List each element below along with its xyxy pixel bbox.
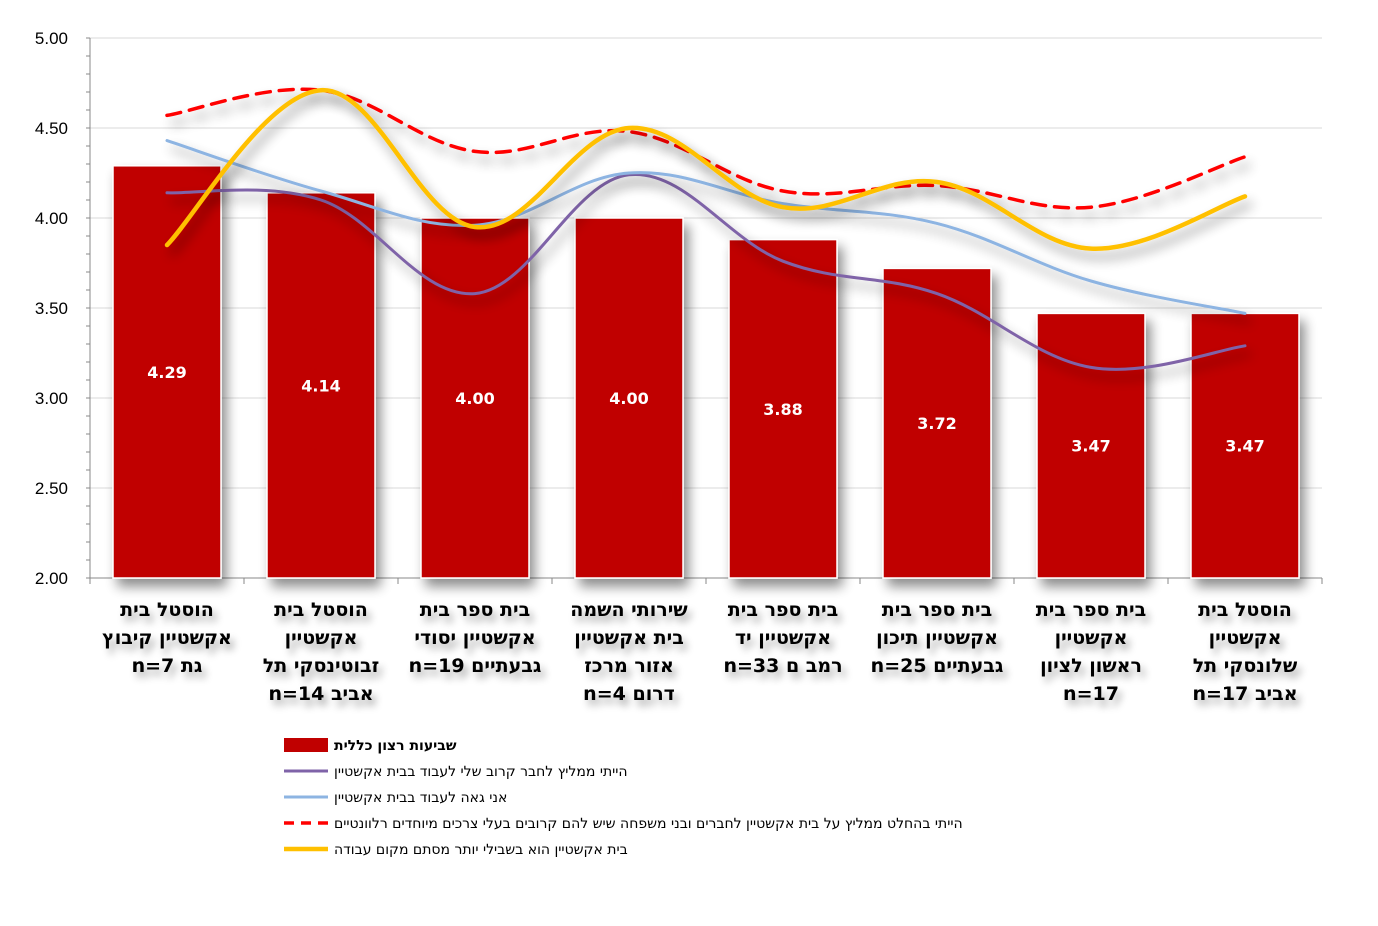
- category-label-line: רמב ם n=33: [723, 655, 842, 677]
- category-label-line: אביב n=17: [1192, 683, 1297, 705]
- category-label: בית ספר בית אקשטיין תיכון גבעתיים n=25: [871, 599, 1004, 677]
- bar-value-label: 4.14: [301, 376, 340, 395]
- category-label-line: בית אקשטיין: [574, 627, 684, 649]
- category-label-line: הוסטל בית: [120, 599, 214, 621]
- category-label: בית ספר בית אקשטיין ראשון לציון n=17: [1036, 599, 1146, 705]
- category-label-line: שלונסקי תל: [1193, 655, 1298, 677]
- category-labels: הוסטל בית אקשטיין קיבוץ גת n=7 הוסטל בית אקש…: [102, 599, 1298, 705]
- category-label: בית ספר בית אקשטיין יד רמב ם n=33: [723, 599, 842, 677]
- legend: שביעות רצון כללית הייתי ממליץ לחבר קרוב ש…: [284, 738, 963, 858]
- category-label-line: n=17: [1063, 683, 1119, 705]
- category-label-line: בית ספר בית: [1036, 599, 1146, 621]
- bar-value-label: 3.88: [763, 400, 802, 419]
- legend-label: שביעות רצון כללית: [334, 738, 457, 754]
- y-tick-label: 3.50: [35, 299, 68, 318]
- y-tick-label: 4.50: [35, 119, 68, 138]
- category-label-line: גת n=7: [132, 655, 203, 677]
- bar-value-label: 4.00: [609, 389, 648, 408]
- bar-value-label: 3.47: [1225, 437, 1264, 456]
- chart-svg: 2.00 2.50 3.00 3.50 4.00 4.50 5.00 4.29 4.14 4.0…: [35, 29, 1323, 858]
- legend-label: אני גאה לעבוד בבית אקשטיין: [334, 790, 507, 806]
- y-tick-label: 3.00: [35, 389, 68, 408]
- category-label-line: בית ספר בית: [728, 599, 838, 621]
- series-line: [165, 87, 1247, 210]
- category-label-line: אקשטיין יד: [735, 627, 831, 649]
- category-label-line: שירותי השמה: [570, 599, 688, 621]
- bar-value-label: 3.72: [917, 414, 956, 433]
- category-label-line: אביב n=14: [268, 683, 373, 705]
- category-label-line: גבעתיים n=25: [871, 655, 1004, 677]
- category-label-line: אקשטיין קיבוץ: [102, 627, 232, 649]
- category-label-line: אקשטיין תיכון: [876, 627, 998, 649]
- y-tick-label: 2.00: [35, 569, 68, 588]
- bar-series: [112, 165, 1300, 579]
- category-label-line: בית ספר בית: [882, 599, 992, 621]
- chart: 2.00 2.50 3.00 3.50 4.00 4.50 5.00 4.29 4.14 4.0…: [0, 0, 1378, 926]
- legend-label: הייתי ממליץ לחבר קרוב שלי לעבוד בבית אקש…: [334, 764, 628, 780]
- category-label-line: בית ספר בית: [420, 599, 530, 621]
- bar-value-label: 4.29: [147, 363, 186, 382]
- category-label-line: אקשטיין יסודי: [414, 627, 535, 649]
- category-label: הוסטל בית אקשטיין זבוטינסקי תל אביב n=14: [263, 599, 379, 705]
- legend-swatch: [284, 738, 328, 752]
- category-label-line: אזור מרכז: [584, 655, 674, 677]
- y-tick-label: 2.50: [35, 479, 68, 498]
- category-label-line: דרום n=4: [583, 683, 675, 705]
- category-label: שירותי השמה בית אקשטיין אזור מרכז דרום n=4: [570, 599, 688, 705]
- bar-value-label: 3.47: [1071, 437, 1110, 456]
- category-label-line: גבעתיים n=19: [409, 655, 542, 677]
- category-label-line: זבוטינסקי תל: [263, 655, 379, 677]
- category-label-line: הוסטל בית: [274, 599, 368, 621]
- bar-value-label: 4.00: [455, 389, 494, 408]
- category-label: הוסטל בית אקשטיין שלונסקי תל אביב n=17: [1192, 599, 1297, 705]
- legend-label: הייתי בהחלט ממליץ על בית אקשטיין לחברים …: [334, 816, 963, 832]
- category-label-line: הוסטל בית: [1198, 599, 1292, 621]
- category-label: בית ספר בית אקשטיין יסודי גבעתיים n=19: [409, 599, 542, 677]
- category-label-line: אקשטיין: [1055, 627, 1128, 649]
- y-tick-label: 4.00: [35, 209, 68, 228]
- category-label-line: אקשטיין: [285, 627, 358, 649]
- category-label-line: ראשון לציון: [1040, 655, 1142, 677]
- category-label-line: אקשטיין: [1209, 627, 1282, 649]
- category-label: הוסטל בית אקשטיין קיבוץ גת n=7: [102, 599, 232, 677]
- legend-label: בית אקשטיין הוא בשבילי יותר מסתם מקום עב…: [334, 842, 628, 858]
- y-tick-label: 5.00: [35, 29, 68, 48]
